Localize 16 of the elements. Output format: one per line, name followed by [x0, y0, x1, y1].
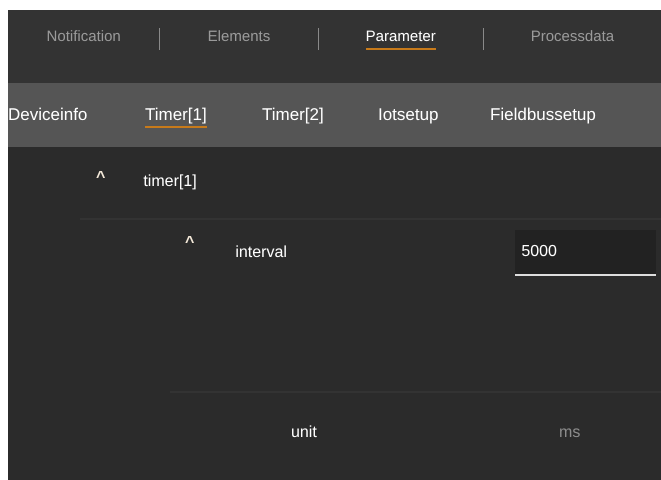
- sub-tab[interactable]: Deviceinfo: [8, 105, 88, 128]
- main-tab[interactable]: Elements: [208, 28, 270, 50]
- caret-toggle[interactable]: ^: [185, 234, 194, 252]
- group-label: timer[1]: [143, 173, 197, 191]
- unit-value: ms: [559, 424, 580, 442]
- interval-input[interactable]: 5000: [515, 230, 656, 276]
- sub-tab[interactable]: Iotsetup: [378, 105, 438, 128]
- parameter-label: interval: [235, 244, 288, 262]
- caret-toggle[interactable]: ^: [96, 169, 106, 187]
- main-tab[interactable]: Parameter: [366, 28, 436, 50]
- sub-tab[interactable]: Fieldbussetup: [490, 105, 596, 128]
- main-tab[interactable]: Processdata: [530, 28, 614, 50]
- sub-tab[interactable]: Timer[2]: [262, 105, 324, 128]
- sub-tab[interactable]: Timer[1]: [145, 105, 207, 128]
- main-tab[interactable]: Notification: [46, 28, 121, 50]
- unit-label: unit: [291, 424, 318, 442]
